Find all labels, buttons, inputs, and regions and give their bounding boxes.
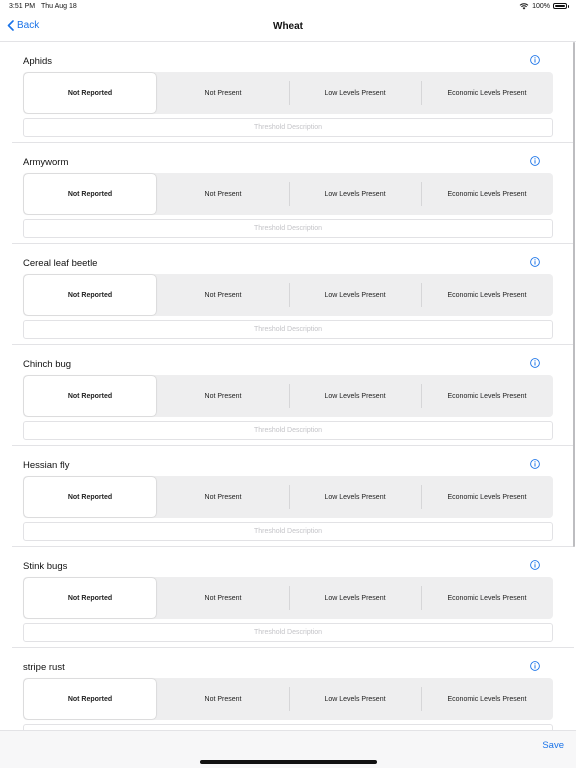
pest-section: Stink bugs Not Reported Not Present Low Lev…	[12, 547, 574, 648]
pest-name: Aphids	[23, 56, 53, 67]
scrollbar[interactable]	[573, 42, 575, 547]
battery-icon	[553, 3, 569, 9]
threshold-description-field[interactable]: Threshold Description	[23, 219, 553, 238]
segment-option[interactable]: Not Present	[157, 577, 289, 619]
segment-option[interactable]: Economic Levels Present	[421, 577, 553, 619]
status-segmented-control[interactable]: Not Reported Not Present Low Levels Presen…	[23, 476, 553, 518]
segment-option[interactable]: Economic Levels Present	[421, 72, 553, 114]
threshold-description-field[interactable]: Threshold Description	[23, 421, 553, 440]
pest-section: stripe rust Not Reported Not Present Low Le…	[12, 648, 574, 730]
save-button[interactable]: Save	[542, 740, 564, 751]
segment-option[interactable]: Economic Levels Present	[421, 678, 553, 720]
info-circle-icon[interactable]	[530, 560, 540, 570]
segment-option[interactable]: Low Levels Present	[289, 375, 421, 417]
segment-option[interactable]: Not Reported	[24, 275, 156, 315]
pest-name: Chinch bug	[23, 359, 72, 370]
threshold-description-field[interactable]: Threshold Description	[23, 623, 553, 642]
pest-section: Cereal leaf beetle Not Reported Not Presen…	[12, 244, 574, 345]
info-circle-icon[interactable]	[530, 156, 540, 166]
segment-option[interactable]: Not Reported	[24, 477, 156, 517]
status-date: Thu Aug 18	[41, 3, 77, 10]
pest-list[interactable]: Aphids Not Reported Not Present Low Levels …	[12, 42, 574, 730]
status-time: 3:51 PM	[9, 3, 36, 10]
segment-option[interactable]: Economic Levels Present	[421, 375, 553, 417]
status-indicators: 100%	[519, 2, 569, 10]
segment-option[interactable]: Not Reported	[24, 174, 156, 214]
battery-percent: 100%	[532, 2, 550, 10]
pest-name: Hessian fly	[23, 460, 70, 471]
status-segmented-control[interactable]: Not Reported Not Present Low Levels Presen…	[23, 375, 553, 417]
info-circle-icon[interactable]	[530, 661, 540, 671]
segment-option[interactable]: Not Reported	[24, 73, 156, 113]
pest-name: Stink bugs	[23, 561, 68, 572]
navigation-bar: Back Wheat	[0, 14, 576, 42]
segment-option[interactable]: Not Reported	[24, 578, 156, 618]
info-circle-icon[interactable]	[530, 459, 540, 469]
status-segmented-control[interactable]: Not Reported Not Present Low Levels Presen…	[23, 173, 553, 215]
pest-section: Chinch bug Not Reported Not Present Low Lev…	[12, 345, 574, 446]
segment-option[interactable]: Economic Levels Present	[421, 274, 553, 316]
bottom-toolbar: Save	[0, 730, 576, 768]
segment-option[interactable]: Not Present	[157, 678, 289, 720]
segment-option[interactable]: Not Reported	[24, 679, 156, 719]
wifi-icon	[519, 3, 529, 10]
pest-section: Armyworm Not Reported Not Present Low Level…	[12, 143, 574, 244]
segment-option[interactable]: Low Levels Present	[289, 173, 421, 215]
status-segmented-control[interactable]: Not Reported Not Present Low Levels Presen…	[23, 274, 553, 316]
home-indicator	[200, 760, 377, 764]
segment-option[interactable]: Not Present	[157, 274, 289, 316]
segment-option[interactable]: Not Present	[157, 72, 289, 114]
segment-option[interactable]: Not Present	[157, 173, 289, 215]
segment-option[interactable]: Low Levels Present	[289, 678, 421, 720]
segment-option[interactable]: Low Levels Present	[289, 476, 421, 518]
segment-option[interactable]: Economic Levels Present	[421, 173, 553, 215]
info-circle-icon[interactable]	[530, 257, 540, 267]
status-segmented-control[interactable]: Not Reported Not Present Low Levels Presen…	[23, 678, 553, 720]
segment-option[interactable]: Not Reported	[24, 376, 156, 416]
segment-option[interactable]: Low Levels Present	[289, 72, 421, 114]
pest-name: Cereal leaf beetle	[23, 258, 98, 269]
segment-option[interactable]: Not Present	[157, 476, 289, 518]
pest-section: Hessian fly Not Reported Not Present Low Le…	[12, 446, 574, 547]
pest-section: Aphids Not Reported Not Present Low Levels …	[12, 42, 574, 143]
threshold-description-field[interactable]: Threshold Description	[23, 522, 553, 541]
status-segmented-control[interactable]: Not Reported Not Present Low Levels Presen…	[23, 72, 553, 114]
status-segmented-control[interactable]: Not Reported Not Present Low Levels Presen…	[23, 577, 553, 619]
pest-name: stripe rust	[23, 662, 65, 673]
status-bar: 3:51 PM Thu Aug 18 100%	[0, 0, 576, 14]
pest-name: Armyworm	[23, 157, 69, 168]
threshold-description-field[interactable]: Threshold Description	[23, 320, 553, 339]
segment-option[interactable]: Low Levels Present	[289, 274, 421, 316]
segment-option[interactable]: Low Levels Present	[289, 577, 421, 619]
segment-option[interactable]: Not Present	[157, 375, 289, 417]
threshold-description-field[interactable]: Threshold Description	[23, 118, 553, 137]
info-circle-icon[interactable]	[530, 55, 540, 65]
info-circle-icon[interactable]	[530, 358, 540, 368]
segment-option[interactable]: Economic Levels Present	[421, 476, 553, 518]
page-title: Wheat	[273, 21, 303, 32]
